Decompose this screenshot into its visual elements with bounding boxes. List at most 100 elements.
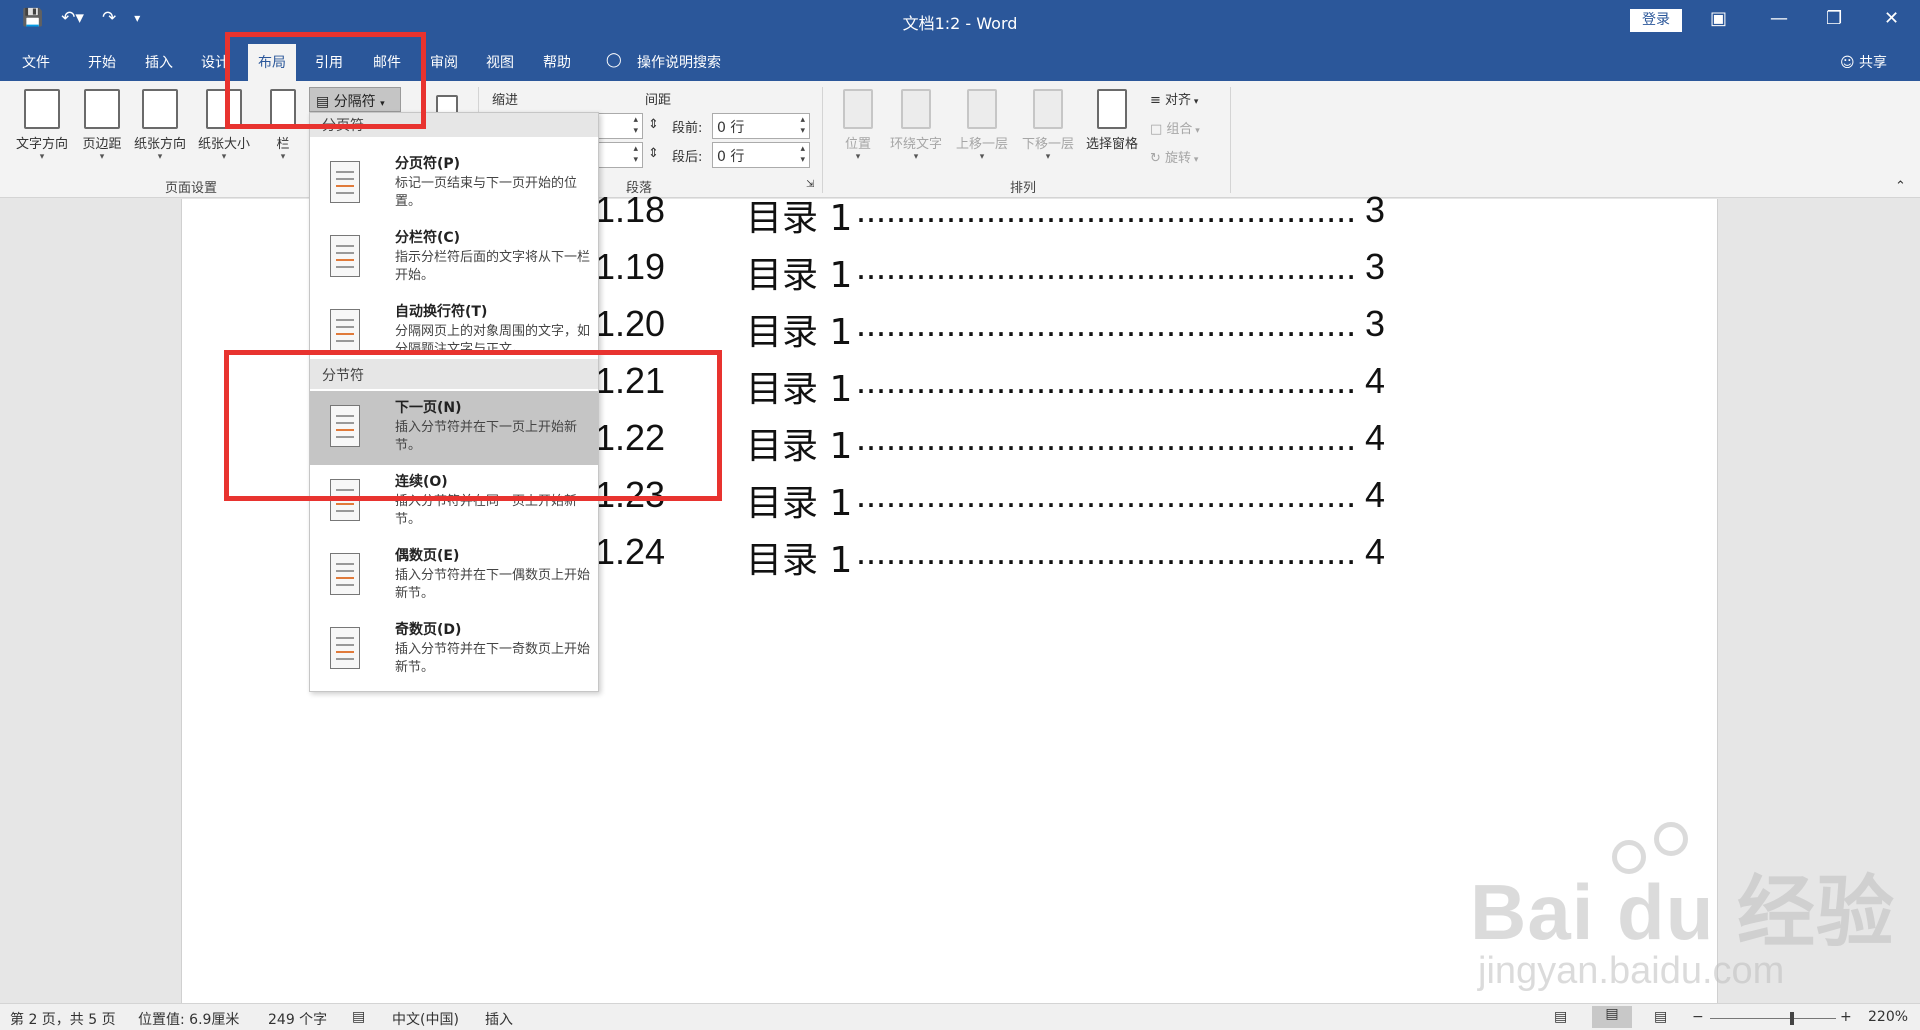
send-backward-button[interactable]: 下移一层 ▾ — [1016, 89, 1080, 162]
tab-home[interactable]: 开始 — [88, 52, 116, 72]
group-label: 组合 — [1166, 122, 1193, 137]
toc-page-number: 4 — [1365, 360, 1386, 401]
zoom-slider[interactable] — [1710, 1018, 1836, 1019]
watermark-logo: Bai du 经验 — [1470, 868, 1896, 956]
bring-forward-label: 上移一层 — [955, 137, 1008, 152]
toc-number: 1.18 — [595, 189, 666, 230]
tab-help[interactable]: 帮助 — [543, 52, 571, 72]
bring-forward-button[interactable]: 上移一层 ▾ — [950, 89, 1014, 162]
spacing-before-icon: ⇕ — [648, 117, 659, 132]
toc-title: 目录 1 — [746, 312, 853, 353]
chevron-down-icon: ▾ — [855, 152, 861, 162]
toc-title: 目录 1 — [746, 483, 853, 524]
menu-item-description: 指示分栏符后面的文字将从下一栏开始。 — [395, 250, 591, 283]
menu-item-description: 标记一页结束与下一页开始的位置。 — [395, 176, 578, 209]
wrap-text-label: 环绕文字 — [889, 137, 942, 152]
send-backward-icon — [1033, 89, 1063, 129]
chevron-down-icon: ▾ — [221, 152, 227, 162]
word-count[interactable]: 249 个字 — [268, 1009, 327, 1029]
tab-review[interactable]: 审阅 — [430, 52, 458, 72]
align-icon: ≡ — [1150, 93, 1166, 108]
position-icon — [843, 89, 873, 129]
margins-button[interactable]: 页边距 ▾ — [76, 89, 128, 162]
toc-title: 目录 1 — [746, 369, 853, 410]
size-label: 纸张大小 — [197, 137, 250, 152]
toc-number: 1.20 — [595, 303, 666, 344]
language-status[interactable]: 中文(中国) — [392, 1009, 459, 1029]
rotate-button[interactable]: ↻ 旋转 ▾ — [1150, 147, 1198, 166]
text-wrapping-break-item[interactable]: 自动换行符(T) 分隔网页上的对象周围的文字，如分隔题注文字与正文。 — [310, 295, 598, 355]
indent-label: 缩进 — [492, 93, 519, 108]
column-break-item[interactable]: 分栏符(C) 指示分栏符后面的文字将从下一栏开始。 — [310, 221, 598, 295]
position-button[interactable]: 位置 ▾ — [836, 89, 880, 162]
zoom-in-icon[interactable]: + — [1840, 1009, 1852, 1025]
toc-page-number: 3 — [1365, 246, 1386, 287]
spacing-after-label: 段后: — [672, 150, 703, 165]
lightbulb-icon: ◯ — [606, 52, 622, 68]
minimize-icon[interactable]: — — [1770, 8, 1788, 29]
tab-view[interactable]: 视图 — [486, 52, 514, 72]
login-button[interactable]: 登录 — [1630, 9, 1682, 32]
share-button[interactable]: ☺ 共享 — [1840, 52, 1887, 72]
margins-icon — [84, 89, 120, 129]
align-button[interactable]: ≡ 对齐 ▾ — [1150, 89, 1198, 108]
toc-page-number: 4 — [1365, 474, 1386, 515]
text-direction-button[interactable]: 文字方向 ▾ — [10, 89, 74, 162]
group-divider — [822, 87, 823, 193]
orientation-button[interactable]: 纸张方向 ▾ — [129, 89, 191, 162]
spacing-after-input[interactable]: 0 行 — [712, 142, 810, 168]
ribbon-display-icon[interactable]: ▣ — [1710, 8, 1727, 29]
text-direction-icon — [24, 89, 60, 129]
tab-insert[interactable]: 插入 — [145, 52, 173, 72]
share-label: 共享 — [1859, 55, 1888, 71]
toc-page-number: 4 — [1365, 417, 1386, 458]
spacing-after-icon: ⇕ — [648, 146, 659, 161]
toc-title: 目录 1 — [746, 255, 853, 296]
tab-file[interactable]: 文件 — [22, 52, 50, 72]
toc-page-number: 3 — [1365, 189, 1386, 230]
read-mode-icon[interactable]: ▤ — [1554, 1009, 1567, 1025]
page-count[interactable]: 第 2 页，共 5 页 — [10, 1009, 116, 1029]
zoom-out-icon[interactable]: − — [1692, 1009, 1704, 1025]
page-break-item[interactable]: 分页符(P) 标记一页结束与下一页开始的位置。 — [310, 147, 598, 221]
insert-mode[interactable]: 插入 — [485, 1009, 513, 1029]
selection-pane-icon — [1097, 89, 1127, 129]
vertical-position: 位置值: 6.9厘米 — [138, 1012, 240, 1028]
page-break-icon — [330, 161, 360, 203]
print-layout-icon[interactable]: ▤ — [1592, 1006, 1632, 1028]
toc-title: 目录 1 — [746, 426, 853, 467]
web-layout-icon[interactable]: ▤ — [1654, 1009, 1667, 1025]
zoom-slider-thumb[interactable] — [1790, 1012, 1794, 1025]
menu-item-description: 插入分节符并在下一偶数页上开始新节。 — [395, 568, 591, 601]
restore-icon[interactable]: ❐ — [1826, 8, 1842, 29]
menu-item-title: 奇数页(D) — [395, 622, 462, 638]
text-direction-label: 文字方向 — [15, 137, 68, 152]
toc-leader: ........................................… — [856, 360, 1356, 401]
proofing-icon[interactable]: ▤ — [352, 1009, 365, 1025]
position-label: 位置 — [844, 137, 871, 152]
chevron-down-icon: ▾ — [280, 152, 286, 162]
bring-forward-icon — [967, 89, 997, 129]
toc-leader: ........................................… — [856, 246, 1356, 287]
toc-number: 1.19 — [595, 246, 666, 287]
toc-page-number: 4 — [1365, 531, 1386, 572]
toc-leader: ........................................… — [856, 303, 1356, 344]
selection-pane-button[interactable]: 选择窗格 — [1080, 89, 1144, 152]
wrap-text-button[interactable]: 环绕文字 ▾ — [884, 89, 948, 162]
spacing-before-input[interactable]: 0 行 — [712, 113, 810, 139]
annotation-box-next-page — [224, 350, 722, 501]
wrap-text-icon — [901, 89, 931, 129]
rotate-label: 旋转 — [1165, 151, 1192, 166]
column-break-icon — [330, 235, 360, 277]
group-button[interactable]: □ 组合 ▾ — [1150, 118, 1200, 137]
menu-item-title: 分栏符(C) — [395, 230, 461, 246]
close-icon[interactable]: ✕ — [1884, 8, 1899, 29]
odd-page-item[interactable]: 奇数页(D) 插入分节符并在下一奇数页上开始新节。 — [310, 613, 598, 687]
tell-me-search[interactable]: 操作说明搜索 — [637, 52, 721, 72]
collapse-ribbon-icon[interactable]: ⌃ — [1895, 179, 1906, 194]
selection-pane-label: 选择窗格 — [1085, 137, 1138, 152]
person-icon: ☺ — [1840, 55, 1860, 71]
even-page-item[interactable]: 偶数页(E) 插入分节符并在下一偶数页上开始新节。 — [310, 539, 598, 613]
toc-title: 目录 1 — [746, 198, 853, 239]
zoom-level[interactable]: 220% — [1868, 1009, 1908, 1025]
